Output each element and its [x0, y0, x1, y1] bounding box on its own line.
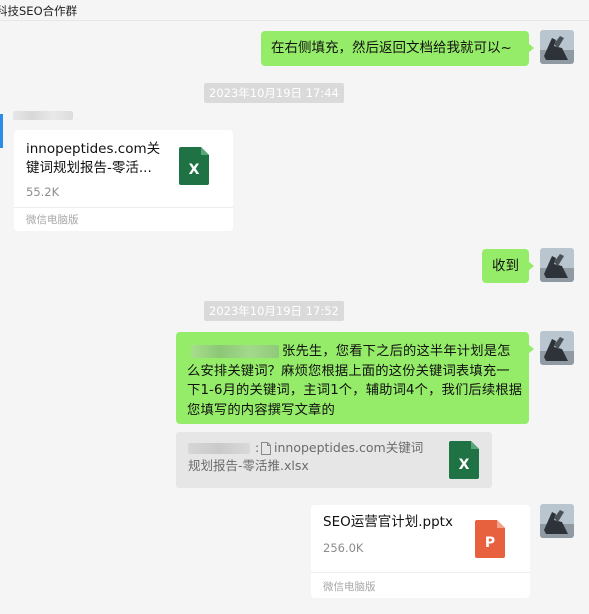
self-avatar[interactable]: [540, 331, 574, 365]
quote-text: innopeptides.com关键词规划报告-零活推.xlsx: [188, 439, 433, 475]
file-message-card[interactable]: SEO运营官计划.pptx 256.0K P 微信电脑版: [311, 505, 530, 598]
file-size: 55.2K: [26, 185, 60, 199]
message-bubble-self[interactable]: 在右侧填充，然后返回文档给我就可以~: [261, 31, 534, 66]
card-divider: [311, 572, 530, 573]
excel-file-icon: X: [179, 147, 209, 185]
self-avatar[interactable]: [540, 30, 574, 64]
message-text: 收到: [492, 258, 519, 274]
powerpoint-file-icon: P: [475, 520, 505, 558]
chat-title-bar: 科技SEO合作群: [0, 0, 589, 21]
file-source: 微信电脑版: [323, 581, 376, 593]
self-avatar[interactable]: [540, 504, 574, 538]
file-icon-letter: P: [484, 535, 496, 551]
sender-name-redacted: [13, 111, 73, 120]
quote-file-name: innopeptides.com关键词规划报告-零活推.xlsx: [188, 440, 424, 473]
message-text: 张先生，您看下之后的这半年计划是怎么安排关键词？麻烦您根据上面的这份关键词表填充…: [187, 342, 523, 420]
sender-avatar-edge[interactable]: [0, 114, 3, 148]
message-bubble-self[interactable]: 收到: [482, 249, 534, 283]
message-body: 张先生，您看下之后的这半年计划是怎么安排关键词？麻烦您根据上面的这份关键词表填充…: [187, 344, 523, 418]
timestamp: 2023年10月19日 17:44: [204, 83, 344, 103]
file-name-text: innopeptides.com关键词规划报告-零活...: [26, 141, 161, 176]
self-avatar[interactable]: [540, 248, 574, 282]
quoted-message[interactable]: : innopeptides.com关键词规划报告-零活推.xlsx X: [176, 432, 492, 488]
file-source: 微信电脑版: [26, 214, 79, 226]
chat-title: 科技SEO合作群: [0, 4, 78, 18]
message-bubble-self[interactable]: 张先生，您看下之后的这半年计划是怎么安排关键词？麻烦您根据上面的这份关键词表填充…: [176, 332, 534, 424]
excel-file-icon: X: [449, 441, 479, 479]
file-name: SEO运营官计划.pptx: [323, 514, 453, 530]
file-size: 256.0K: [323, 541, 364, 555]
card-divider: [14, 207, 233, 208]
message-text: 在右侧填充，然后返回文档给我就可以~: [271, 40, 512, 56]
timestamp-text: 2023年10月19日 17:52: [209, 304, 339, 318]
file-icon-letter: X: [458, 457, 470, 473]
file-icon-letter: X: [188, 162, 200, 178]
file-name: innopeptides.com关键词规划报告-零活...: [26, 140, 166, 178]
timestamp: 2023年10月19日 17:52: [204, 301, 344, 321]
timestamp-text: 2023年10月19日 17:44: [209, 86, 339, 100]
file-message-card[interactable]: innopeptides.com关键词规划报告-零活... 55.2K X 微信…: [14, 130, 233, 231]
